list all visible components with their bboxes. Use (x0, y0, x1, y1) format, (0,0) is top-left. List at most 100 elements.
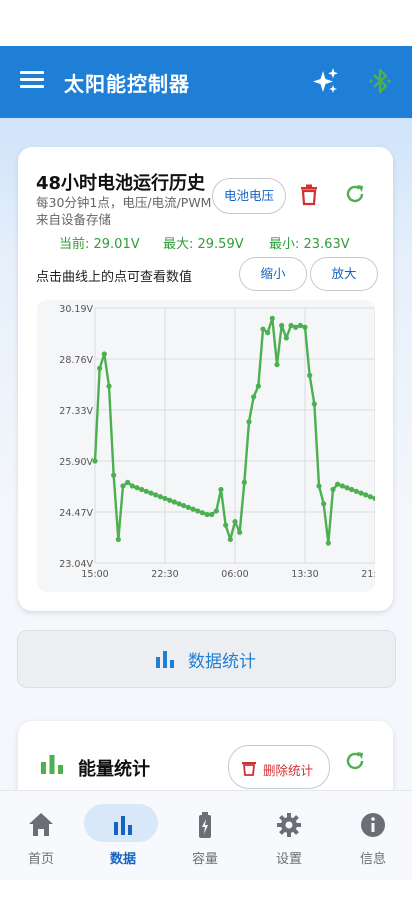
battery-history-card: 48小时电池运行历史 每30分钟1点，电压/电流/PWM来自设备存储 电池电压 … (18, 147, 393, 611)
data-point[interactable] (283, 335, 289, 341)
refresh-icon[interactable] (344, 183, 366, 209)
data-point[interactable] (125, 479, 131, 485)
data-point[interactable] (307, 372, 313, 379)
delete-stats-label: 删除统计 (263, 763, 314, 778)
data-point[interactable] (115, 536, 121, 543)
home-icon (25, 811, 57, 839)
nav-data[interactable]: 数据 (82, 791, 164, 881)
data-point[interactable] (321, 501, 327, 507)
sparkle-icon[interactable] (312, 66, 340, 96)
energy-stats-card: 能量统计 删除统计 (18, 721, 393, 790)
data-point[interactable] (293, 324, 299, 330)
data-point[interactable] (246, 419, 252, 425)
data-point[interactable] (218, 486, 224, 493)
data-point[interactable] (153, 492, 159, 498)
data-point[interactable] (139, 486, 145, 493)
data-point[interactable] (195, 508, 201, 514)
energy-title: 能量统计 (78, 759, 150, 780)
zoom-in-button[interactable]: 放大 (310, 257, 378, 291)
voltage-chart[interactable]: 30.19V 28.76V 27.33V 25.90V 24.47V 23.04V 15:0… (37, 300, 375, 592)
voltage-chart-svg[interactable]: 30.19V28.76V27.33V25.90V24.47V23.04V15:0… (37, 300, 375, 592)
data-point[interactable] (199, 510, 205, 516)
data-point[interactable] (288, 322, 294, 329)
data-point[interactable] (167, 497, 173, 503)
data-point[interactable] (120, 483, 126, 489)
delete-icon[interactable] (299, 184, 319, 210)
x-tick-label: 22:30 (151, 569, 178, 580)
data-point[interactable] (330, 486, 336, 493)
chart-hint: 点击曲线上的点可查看数值 (36, 270, 193, 285)
x-tick-label: 06:00 (221, 569, 248, 580)
data-point[interactable] (344, 485, 350, 491)
data-point[interactable] (97, 365, 103, 371)
card-title: 48小时电池运行历史 (36, 173, 206, 194)
data-point[interactable] (185, 504, 191, 510)
app-bar: 太阳能控制器 (0, 46, 412, 118)
zoom-out-button[interactable]: 缩小 (239, 257, 307, 291)
data-point[interactable] (260, 326, 266, 332)
nav-info-label: 信息 (359, 852, 386, 867)
main-content[interactable]: 48小时电池运行历史 每30分钟1点，电压/电流/PWM来自设备存储 电池电压 … (0, 118, 412, 790)
data-point[interactable] (162, 495, 168, 502)
nav-info[interactable]: 信息 (332, 791, 412, 881)
data-point[interactable] (111, 472, 117, 478)
data-point[interactable] (279, 322, 285, 329)
data-point[interactable] (325, 540, 331, 546)
data-point[interactable] (237, 529, 243, 535)
data-point[interactable] (302, 324, 308, 330)
nav-capacity[interactable]: 容量 (164, 791, 246, 881)
data-point[interactable] (101, 351, 107, 357)
data-point[interactable] (176, 501, 182, 507)
y-tick-label: 24.47V (59, 508, 93, 519)
nav-capacity-label: 容量 (191, 852, 218, 867)
data-point[interactable] (129, 483, 135, 489)
nav-home[interactable]: 首页 (0, 791, 82, 881)
data-point[interactable] (349, 486, 355, 493)
x-tick-label: 15:00 (81, 569, 108, 580)
data-point[interactable] (297, 322, 303, 329)
gesture-bar-area (0, 880, 412, 900)
data-point[interactable] (311, 401, 317, 407)
data-point[interactable] (148, 490, 154, 496)
data-point[interactable] (358, 490, 364, 496)
data-point[interactable] (265, 330, 271, 336)
nav-settings-label: 设置 (275, 852, 302, 867)
data-point[interactable] (316, 483, 322, 489)
data-point[interactable] (353, 488, 359, 494)
data-point[interactable] (204, 511, 210, 518)
y-tick-label: 28.76V (59, 355, 93, 366)
data-point[interactable] (213, 508, 219, 514)
data-point[interactable] (157, 494, 163, 500)
data-point[interactable] (255, 383, 261, 389)
data-point[interactable] (269, 315, 275, 321)
data-point[interactable] (339, 483, 345, 489)
data-point[interactable] (190, 506, 196, 512)
data-point[interactable] (106, 383, 112, 389)
data-point[interactable] (209, 511, 215, 518)
data-point[interactable] (241, 479, 247, 485)
data-point[interactable] (232, 519, 238, 525)
delete-stats-button[interactable]: 删除统计 (228, 745, 330, 789)
data-point[interactable] (223, 522, 229, 528)
data-point[interactable] (367, 494, 373, 500)
data-stats-button[interactable]: 数据统计 (17, 630, 396, 688)
data-point[interactable] (274, 362, 280, 368)
menu-icon[interactable] (20, 71, 44, 93)
y-tick-label: 27.33V (59, 406, 93, 417)
data-point[interactable] (227, 536, 233, 543)
bluetooth-icon[interactable] (366, 66, 394, 96)
data-point[interactable] (181, 502, 187, 509)
nav-settings[interactable]: 设置 (248, 791, 330, 881)
data-point[interactable] (92, 458, 98, 464)
data-point[interactable] (335, 481, 341, 487)
data-point[interactable] (251, 394, 257, 400)
refresh-icon[interactable] (344, 750, 366, 776)
bar-chart-icon (155, 650, 175, 672)
data-point[interactable] (363, 492, 369, 498)
gear-icon (273, 811, 305, 839)
data-point[interactable] (143, 488, 149, 494)
metric-select-button[interactable]: 电池电压 (212, 178, 286, 214)
y-tick-label: 25.90V (59, 457, 93, 468)
data-point[interactable] (171, 499, 177, 505)
data-point[interactable] (134, 485, 140, 491)
